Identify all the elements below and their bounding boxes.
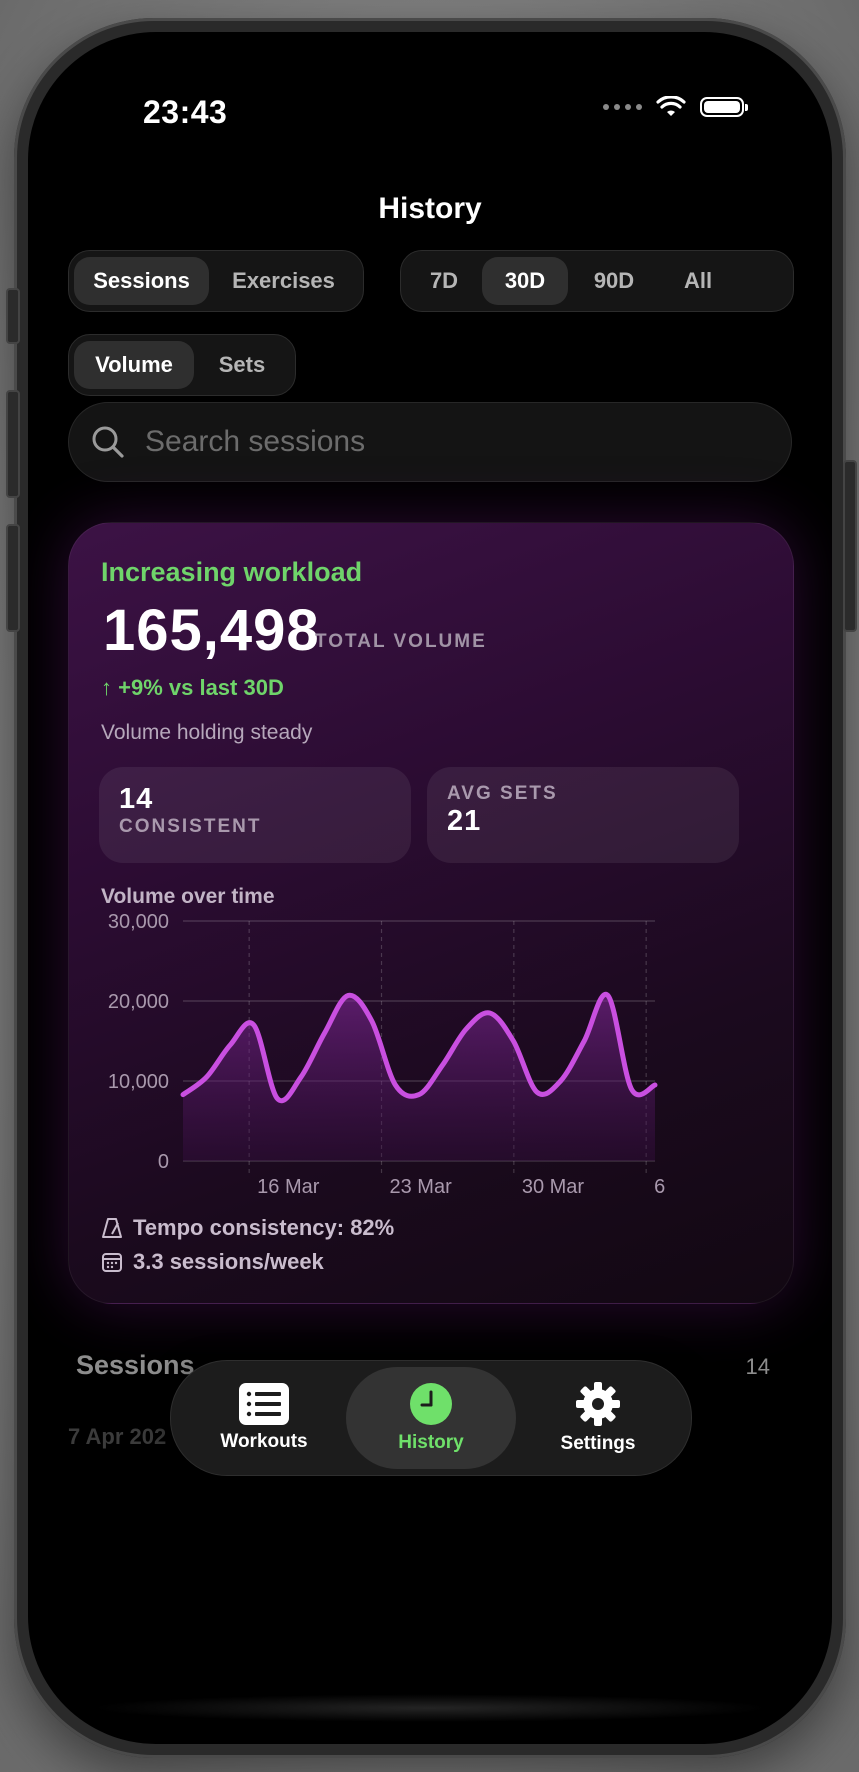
total-volume-label: TOTAL VOLUME bbox=[315, 631, 487, 652]
frequency-row: 3.3 sessions/week bbox=[101, 1249, 324, 1275]
stat-consistent-label: CONSISTENT bbox=[119, 816, 262, 837]
x-tick-label: 16 Mar bbox=[257, 1176, 320, 1198]
range-7d[interactable]: 7D bbox=[406, 257, 482, 305]
y-tick-label: 10,000 bbox=[108, 1071, 169, 1093]
volume-area bbox=[183, 994, 655, 1161]
metric-volume[interactable]: Volume bbox=[74, 341, 194, 389]
y-tick-label: 20,000 bbox=[108, 991, 169, 1013]
stat-avg-sets: AVG SETS 21 bbox=[427, 767, 739, 863]
sessions-heading: Sessions bbox=[76, 1350, 195, 1380]
volume-down-button bbox=[6, 524, 20, 632]
tab-settings[interactable]: Settings bbox=[513, 1367, 683, 1469]
sessions-per-week: 3.3 sessions/week bbox=[133, 1249, 324, 1274]
volume-up-button bbox=[6, 390, 20, 498]
tab-sessions[interactable]: Sessions bbox=[74, 257, 210, 305]
range-90d[interactable]: 90D bbox=[568, 257, 660, 305]
page-title: History bbox=[378, 192, 482, 225]
status-icons bbox=[603, 96, 748, 118]
stat-consistent-value: 14 bbox=[119, 783, 154, 815]
total-volume-value: 165,498 bbox=[103, 598, 320, 663]
x-tick-label: 30 Mar bbox=[522, 1176, 585, 1198]
screen: 23:43 History Sessions Exercises 7D 30D … bbox=[28, 32, 832, 1744]
tab-workouts[interactable]: Workouts bbox=[179, 1367, 349, 1469]
search-input[interactable] bbox=[143, 424, 747, 460]
tempo-row: Tempo consistency: 82% bbox=[101, 1215, 394, 1241]
volume-chart: 30,000 20,000 10,000 0 16 Mar 23 Mar 30 Mar 6 bbox=[108, 911, 665, 1198]
list-icon bbox=[239, 1383, 289, 1425]
stat-avg-sets-label: AVG SETS bbox=[447, 783, 558, 804]
tab-settings-label: Settings bbox=[560, 1433, 636, 1454]
stat-avg-sets-value: 21 bbox=[447, 805, 482, 837]
x-tick-label: 6 bbox=[654, 1176, 665, 1198]
home-indicator bbox=[90, 1694, 770, 1722]
volume-delta: ↑ +9% vs last 30D bbox=[101, 675, 284, 700]
sessions-count: 14 bbox=[745, 1354, 770, 1379]
x-tick-label: 23 Mar bbox=[390, 1176, 453, 1198]
metric-toggle: Volume Sets bbox=[68, 334, 296, 396]
clock-icon bbox=[410, 1383, 452, 1425]
range-all[interactable]: All bbox=[660, 257, 736, 305]
view-toggle: Sessions Exercises bbox=[68, 250, 364, 312]
y-tick-label: 0 bbox=[158, 1151, 169, 1173]
tab-history-label: History bbox=[398, 1432, 464, 1453]
search-icon bbox=[92, 426, 124, 458]
summary-card: Increasing workload 165,498 TOTAL VOLUME… bbox=[68, 522, 794, 1304]
calendar-icon bbox=[102, 1253, 122, 1272]
wifi-icon bbox=[656, 96, 686, 116]
range-30d[interactable]: 30D bbox=[482, 257, 568, 305]
status-time: 23:43 bbox=[143, 94, 228, 130]
metronome-icon bbox=[102, 1218, 122, 1238]
action-button bbox=[6, 288, 20, 344]
search-bar bbox=[68, 402, 792, 482]
y-tick-label: 30,000 bbox=[108, 911, 169, 933]
tab-workouts-label: Workouts bbox=[220, 1431, 308, 1452]
tempo-consistency: Tempo consistency: 82% bbox=[133, 1215, 395, 1240]
tab-bar: Workouts History Settings bbox=[170, 1360, 692, 1476]
range-toggle: 7D 30D 90D All bbox=[400, 250, 794, 312]
session-date-header: 7 Apr 202 bbox=[68, 1424, 167, 1449]
battery-icon bbox=[700, 97, 748, 117]
metric-sets[interactable]: Sets bbox=[194, 341, 290, 389]
signal-dots-icon bbox=[603, 104, 642, 110]
power-button bbox=[843, 460, 857, 632]
trend-label: Increasing workload bbox=[101, 557, 363, 587]
volume-status: Volume holding steady bbox=[101, 721, 313, 744]
stat-consistent: 14 CONSISTENT bbox=[99, 767, 411, 863]
tab-exercises[interactable]: Exercises bbox=[209, 257, 358, 305]
gear-icon bbox=[576, 1382, 620, 1426]
tab-history[interactable]: History bbox=[346, 1367, 516, 1469]
